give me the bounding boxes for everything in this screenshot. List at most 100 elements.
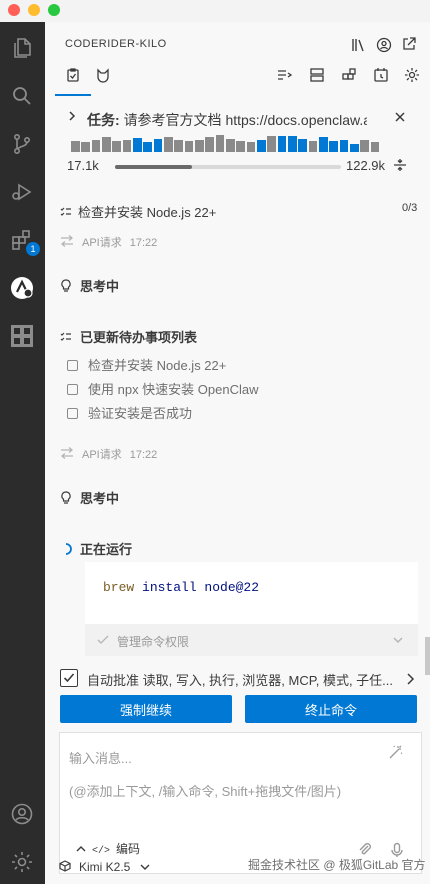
todo-item: 检查并安装 Node.js 22+: [67, 355, 226, 374]
auto-approve-checkbox[interactable]: [60, 669, 78, 687]
arrows-icon: [60, 447, 74, 459]
run-debug-icon[interactable]: [8, 178, 36, 206]
checklist-icon: [60, 332, 71, 341]
token-bar: [205, 137, 215, 152]
task-header: 任务: 请参考官方文档 https://docs.openclaw.ai/ ..…: [57, 106, 415, 186]
condense-icon[interactable]: [393, 158, 407, 172]
arrows-icon: [60, 235, 74, 247]
token-bar: [174, 140, 184, 152]
scrollbar-thumb[interactable]: [425, 637, 430, 675]
checkbox-icon: [67, 408, 78, 419]
check-icon: [97, 635, 109, 644]
files-icon[interactable]: [8, 34, 36, 62]
api-request-row-2[interactable]: API请求 17:22: [60, 446, 157, 462]
command-text: brew install node@22: [103, 580, 259, 595]
thinking-row-1[interactable]: 思考中: [60, 276, 119, 295]
token-bar: [81, 142, 91, 152]
todo-count: 0/3: [402, 202, 418, 214]
extensions-icon[interactable]: 1: [8, 226, 40, 256]
message-input-box[interactable]: 输入消息... (@添加上下文, /输入命令, Shift+拖拽文件/图片) <…: [59, 732, 422, 874]
library-icon[interactable]: [350, 36, 368, 54]
cube-icon: [59, 860, 71, 872]
tasks-tab-icon[interactable]: [64, 66, 82, 84]
thinking-text-2: 思考中: [80, 491, 120, 506]
auto-approve-row[interactable]: 自动批准 读取, 写入, 执行, 浏览器, MCP, 模式, 子任...: [60, 669, 415, 689]
thinking-text-1: 思考中: [80, 279, 120, 294]
mode-label: 编码: [116, 842, 141, 856]
minimize-window-button[interactable]: [28, 4, 40, 16]
todo-summary-row[interactable]: 检查并安装 Node.js 22+: [60, 202, 216, 221]
token-bar: [195, 140, 204, 152]
coderider-icon[interactable]: [8, 274, 36, 302]
api-label: API请求: [82, 449, 122, 461]
chevron-down-icon: [393, 637, 403, 644]
todo-item-text: 使用 npx 快速安装 OpenClaw: [88, 382, 259, 397]
terminate-command-button[interactable]: 终止命令: [245, 695, 417, 723]
chevron-right-icon[interactable]: [65, 109, 79, 123]
model-selector[interactable]: Kimi K2.5: [59, 860, 150, 874]
token-bar: [350, 144, 359, 152]
close-task-icon[interactable]: [391, 108, 409, 126]
api-time: 17:22: [129, 449, 158, 461]
token-bar: [370, 142, 380, 152]
token-bar: [319, 137, 328, 152]
close-window-button[interactable]: [8, 4, 20, 16]
context-progress-bar: [115, 165, 341, 169]
chevron-up-icon: [76, 846, 86, 852]
api-request-row-1[interactable]: API请求 17:22: [60, 234, 157, 250]
split-layout-icon[interactable]: [308, 66, 326, 84]
token-bar: [112, 141, 122, 152]
lightbulb-icon: [61, 491, 71, 504]
task-label: 任务:: [87, 112, 120, 128]
spinner-icon: [65, 543, 72, 555]
account-icon[interactable]: [8, 800, 36, 828]
message-input-placeholder: 输入消息...: [69, 751, 132, 766]
context-progress-fill: [115, 165, 192, 169]
token-bar: [71, 141, 80, 152]
command-args: install node@22: [134, 580, 260, 595]
todo-updated-row: 已更新待办事项列表: [60, 327, 197, 346]
maximize-window-button[interactable]: [48, 4, 60, 16]
panel-settings-icon[interactable]: [403, 66, 421, 84]
enhance-prompt-icon[interactable]: [387, 743, 405, 761]
token-bar: [122, 140, 132, 152]
marketplace-icon[interactable]: [340, 66, 358, 84]
checklist-icon: [60, 207, 71, 216]
force-continue-button[interactable]: 强制继续: [60, 695, 232, 723]
lightbulb-icon: [61, 279, 71, 292]
token-bar: [339, 140, 349, 152]
todo-updated-text: 已更新待办事项列表: [80, 330, 198, 345]
token-bar: [308, 141, 318, 152]
tokens-in: 17.1k: [67, 158, 99, 173]
api-time: 17:22: [129, 237, 158, 249]
activity-bar: 1: [0, 22, 45, 884]
todo-item: 使用 npx 快速安装 OpenClaw: [67, 379, 259, 398]
todo-item-text: 验证安装是否成功: [88, 406, 193, 421]
running-row: 正在运行: [60, 539, 132, 558]
open-external-icon[interactable]: [400, 35, 418, 53]
command-block: brew install node@22: [85, 562, 418, 624]
manage-permissions-row[interactable]: 管理命令权限: [85, 624, 418, 656]
title-bar: [0, 0, 430, 22]
source-control-icon[interactable]: [8, 130, 36, 158]
thinking-row-2[interactable]: 思考中: [60, 488, 119, 507]
history-icon[interactable]: [372, 66, 390, 84]
mode-selector[interactable]: </> 编码: [76, 840, 140, 857]
account-circle-icon[interactable]: [375, 36, 393, 54]
token-bar: [143, 142, 153, 152]
token-bar: [277, 136, 287, 152]
panel-title: CODERIDER-KILO: [65, 38, 167, 50]
search-icon[interactable]: [8, 82, 36, 110]
tokens-out: 122.9k: [346, 158, 386, 173]
manage-permissions-label: 管理命令权限: [117, 635, 190, 649]
token-bar: [102, 137, 111, 152]
kilo-cat-tab-icon[interactable]: [94, 66, 112, 84]
settings-icon[interactable]: [8, 848, 36, 876]
add-to-context-icon[interactable]: [275, 66, 293, 84]
kilo-icon[interactable]: [8, 322, 36, 350]
checkbox-icon: [67, 384, 78, 395]
token-bar: [267, 136, 277, 152]
checkmark-icon: [63, 673, 75, 683]
task-text: 请参考官方文档 https://docs.openclaw.ai/ ...: [123, 112, 367, 128]
chevron-down-icon: [140, 864, 150, 870]
